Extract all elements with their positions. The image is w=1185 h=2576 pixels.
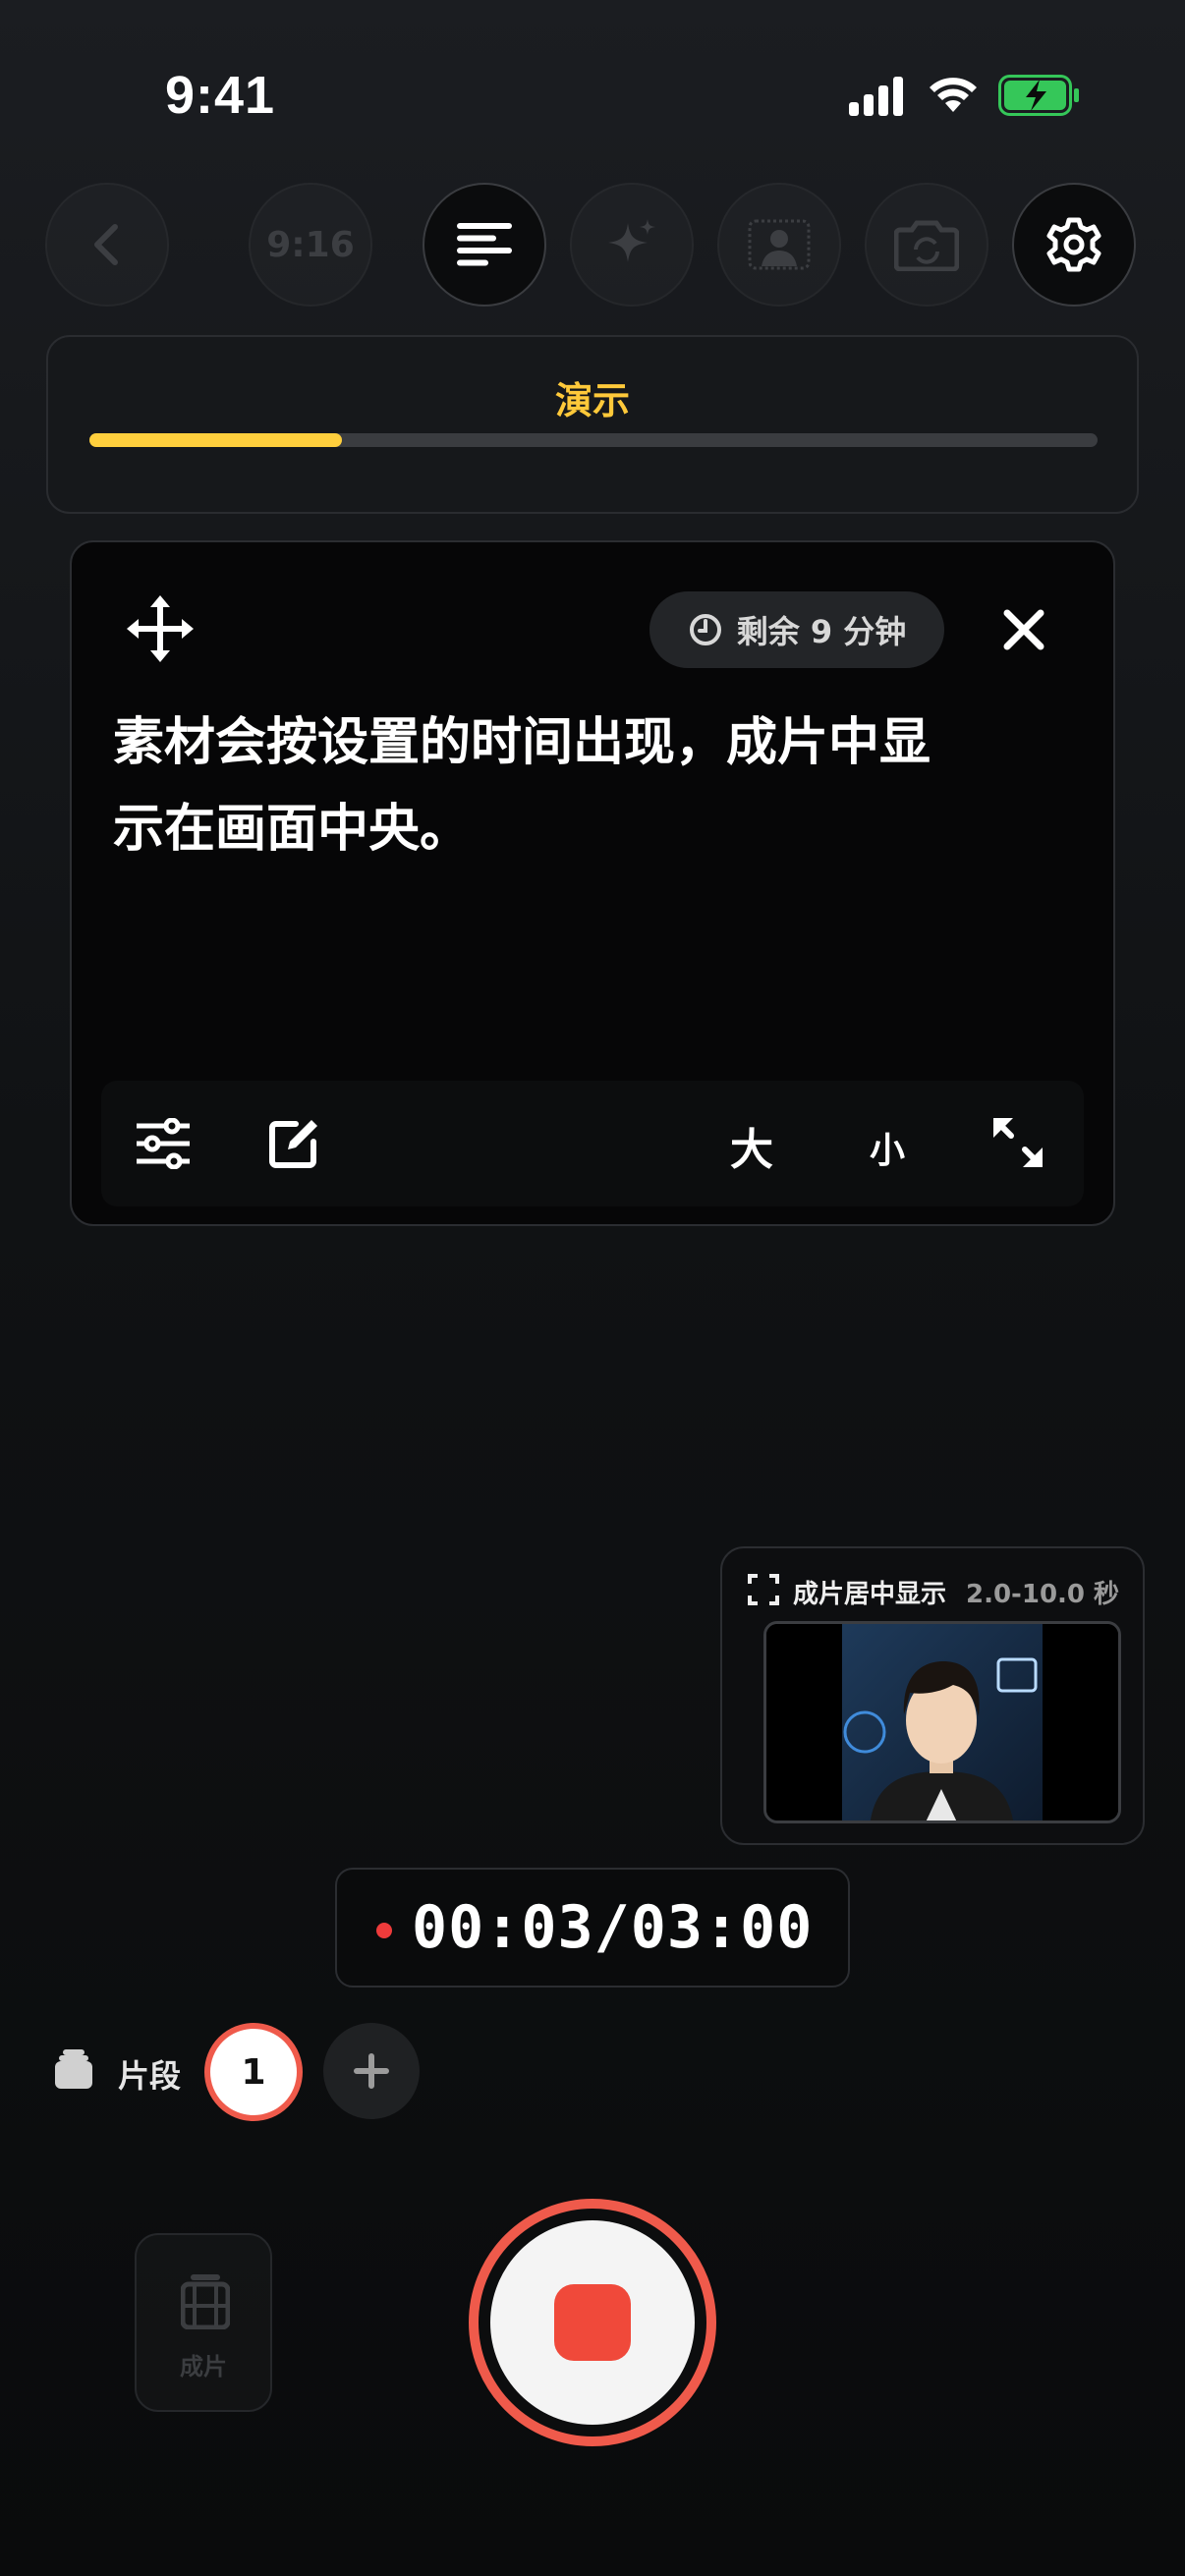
preview-thumbnail [763, 1621, 1121, 1823]
demo-progress-fill [89, 433, 342, 447]
settings-button[interactable] [1012, 183, 1136, 307]
preview-label: 成片居中显示 [793, 1580, 947, 1609]
prompt-text-line-1: 素材会按设置的时间出现，成片中显 [113, 713, 931, 772]
add-segment-button[interactable] [323, 2023, 420, 2119]
film-icon [181, 2274, 230, 2329]
font-small-button[interactable]: 小 [870, 1122, 905, 1173]
plus-icon [354, 2053, 389, 2089]
stop-icon [554, 2284, 631, 2361]
text-align-button[interactable] [423, 183, 546, 307]
demo-progress-track [89, 433, 1098, 447]
close-icon[interactable] [1001, 607, 1046, 652]
segments-stack-icon [55, 2049, 92, 2089]
cellular-signal-icon [849, 77, 903, 116]
presenter-thumbnail-image [766, 1624, 1118, 1820]
clock-icon [689, 614, 721, 645]
camera-flip-icon [894, 220, 959, 271]
prompt-text-line-2: 示在画面中央。 [113, 800, 472, 859]
preview-card[interactable]: 成片居中显示 2.0-10.0 秒 [720, 1546, 1145, 1845]
recording-elapsed: 00:03/03:00 [412, 1893, 814, 1962]
expand-icon[interactable] [991, 1116, 1044, 1169]
center-frame-icon [748, 1574, 779, 1605]
text-lines-icon [457, 223, 512, 266]
teleprompter-card: 剩余 9 分钟 素材会按设置的时间出现，成片中显 示在画面中央。 大 小 [70, 540, 1115, 1226]
chevron-left-icon [94, 224, 118, 265]
recording-dot-icon [376, 1923, 392, 1938]
remaining-time-pill: 剩余 9 分钟 [649, 591, 944, 668]
demo-title: 演示 [554, 379, 630, 422]
status-time: 9:41 [165, 66, 276, 125]
move-icon[interactable] [127, 595, 194, 662]
recording-timer: 00:03/03:00 [335, 1868, 850, 1988]
aspect-ratio-button[interactable]: 9:16 [249, 183, 372, 307]
flip-camera-button[interactable] [865, 183, 988, 307]
gear-icon [1046, 217, 1101, 272]
film-label: 成片 [180, 2353, 227, 2380]
segment-chip[interactable]: 1 [204, 2023, 303, 2121]
demo-progress-card: 演示 [46, 335, 1139, 514]
beautify-button[interactable] [570, 183, 694, 307]
remaining-time-text: 剩余 9 分钟 [736, 613, 907, 650]
back-button[interactable] [45, 183, 169, 307]
prompt-text: 素材会按设置的时间出现，成片中显 示在画面中央。 [113, 700, 997, 872]
aspect-ratio-label: 9:16 [266, 224, 355, 265]
prompter-toolbar: 大 小 [101, 1081, 1084, 1206]
record-stop-button[interactable] [469, 2199, 716, 2446]
record-button-inner [490, 2220, 695, 2425]
film-button[interactable]: 成片 [135, 2233, 272, 2412]
preview-time-range: 2.0-10.0 秒 [966, 1580, 1120, 1609]
battery-charging-icon [998, 75, 1079, 116]
wifi-icon [930, 78, 977, 112]
sliders-icon[interactable] [135, 1118, 192, 1169]
status-bar: 9:41 [0, 0, 1185, 147]
background-button[interactable] [717, 183, 841, 307]
segments-label: 片段 [118, 2057, 182, 2095]
sparkle-icon [608, 219, 655, 262]
edit-icon[interactable] [266, 1116, 321, 1171]
portrait-background-icon [748, 219, 811, 270]
font-large-button[interactable]: 大 [730, 1114, 773, 1177]
